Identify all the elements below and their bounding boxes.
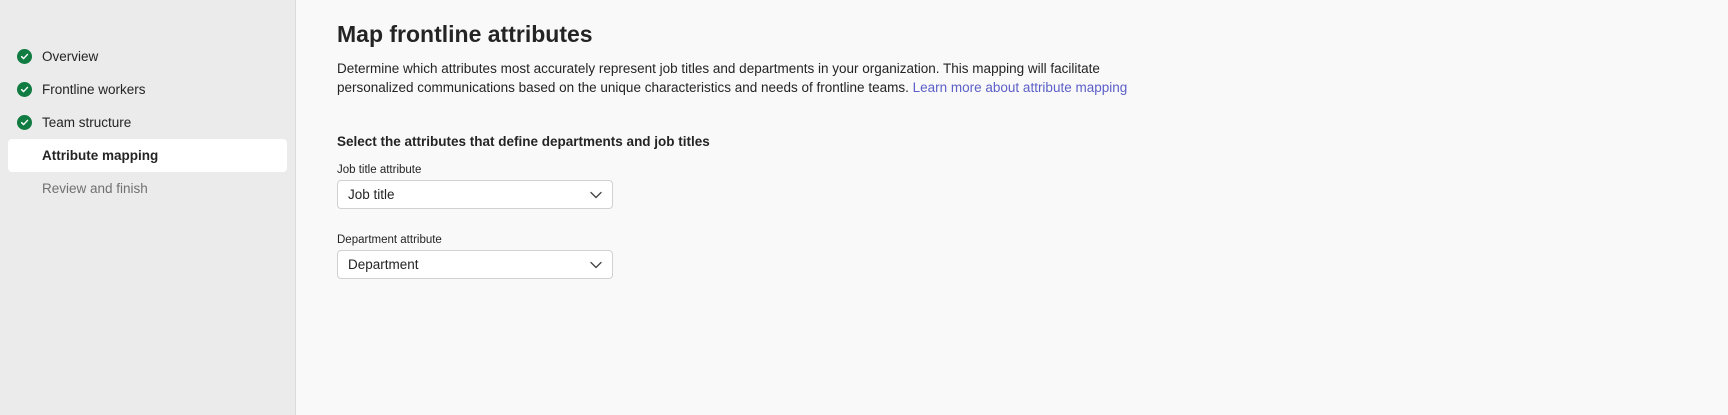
step-review-and-finish[interactable]: Review and finish xyxy=(8,172,287,205)
step-label: Overview xyxy=(42,49,99,64)
page-description: Determine which attributes most accurate… xyxy=(337,60,1157,97)
step-label: Frontline workers xyxy=(42,82,146,97)
page-title: Map frontline attributes xyxy=(337,21,593,47)
step-attribute-mapping[interactable]: Attribute mapping xyxy=(8,139,287,172)
wizard-step-nav: Overview Frontline workers Team structur… xyxy=(0,0,296,415)
step-overview[interactable]: Overview xyxy=(8,40,287,73)
department-attribute-dropdown[interactable]: Department xyxy=(337,250,613,279)
department-attribute-label: Department attribute xyxy=(337,234,442,246)
main-content: Map frontline attributes Determine which… xyxy=(296,0,1728,415)
step-label: Review and finish xyxy=(42,181,148,196)
step-team-structure[interactable]: Team structure xyxy=(8,106,287,139)
chevron-down-icon xyxy=(590,261,602,269)
job-title-attribute-label: Job title attribute xyxy=(337,164,422,176)
checkmark-circle-icon xyxy=(17,82,32,97)
job-title-attribute-dropdown[interactable]: Job title xyxy=(337,180,613,209)
step-frontline-workers[interactable]: Frontline workers xyxy=(8,73,287,106)
app-window: Overview Frontline workers Team structur… xyxy=(0,0,1728,415)
step-label: Attribute mapping xyxy=(42,148,159,163)
chevron-down-icon xyxy=(590,191,602,199)
learn-more-link[interactable]: Learn more about attribute mapping xyxy=(913,80,1128,95)
checkmark-circle-icon xyxy=(17,115,32,130)
dropdown-value: Department xyxy=(348,257,419,272)
section-heading: Select the attributes that define depart… xyxy=(337,134,710,149)
checkmark-circle-icon xyxy=(17,49,32,64)
step-label: Team structure xyxy=(42,115,132,130)
dropdown-value: Job title xyxy=(348,187,395,202)
